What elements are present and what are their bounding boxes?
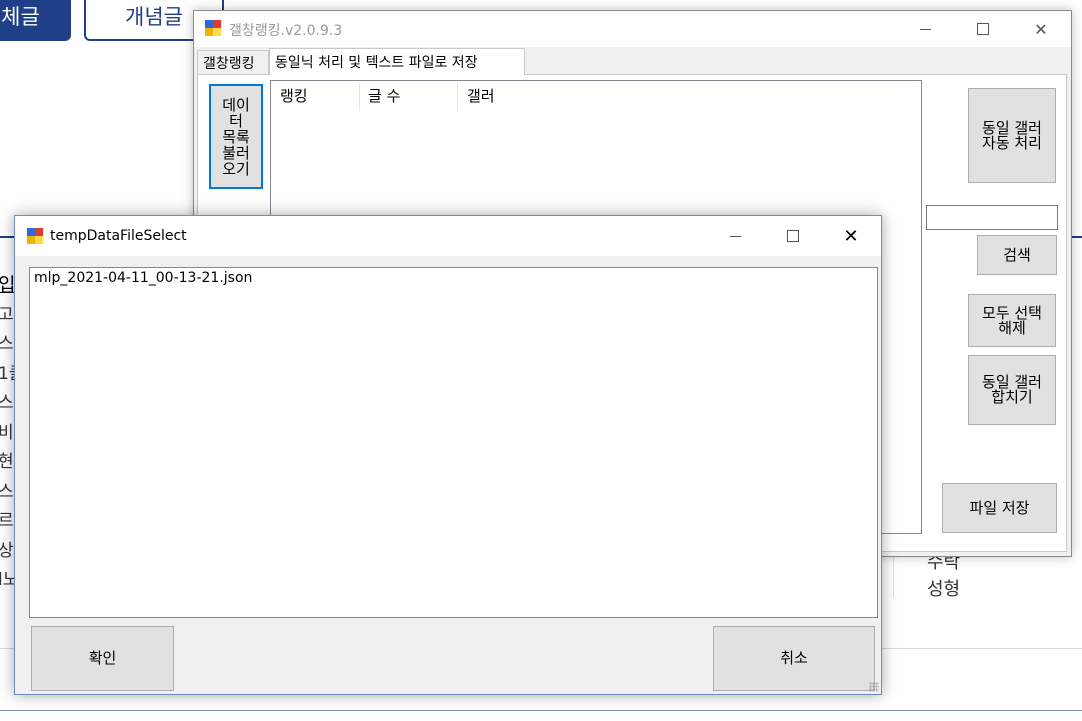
main-window-title: 갤창랭킹.v2.0.9.3: [229, 23, 343, 39]
bg-tab-active[interactable]: 체글: [0, 0, 71, 41]
bg-tab-active-label: 체글: [1, 5, 40, 29]
maximize-icon[interactable]: [954, 11, 1012, 47]
file-select-dialog: tempDataFileSelect ✕ mlp_2021-04-11_00-1…: [14, 215, 882, 695]
maximize-icon[interactable]: [764, 218, 822, 254]
search-button[interactable]: 검색: [977, 235, 1057, 275]
merge-users-button[interactable]: 동일 갤러 합치기: [968, 355, 1056, 425]
load-data-list-button[interactable]: 데이 터 목록 불러 오기: [209, 84, 263, 189]
column-header-post-count[interactable]: 글 수: [368, 85, 400, 106]
app-icon: [205, 20, 221, 36]
column-header-user[interactable]: 갤러: [467, 85, 495, 106]
deselect-all-button[interactable]: 모두 선택 해제: [968, 294, 1056, 347]
tab-same-nick-save[interactable]: 동일닉 처리 및 텍스트 파일로 저장: [269, 48, 525, 75]
dialog-title: tempDataFileSelect: [50, 228, 187, 244]
close-icon[interactable]: ✕: [1012, 11, 1070, 47]
bg-right-text[interactable]: 성형: [927, 575, 960, 601]
main-titlebar[interactable]: 갤창랭킹.v2.0.9.3 ✕: [194, 11, 1071, 47]
auto-merge-button[interactable]: 동일 갤러 자동 처리: [968, 88, 1056, 183]
cancel-button[interactable]: 취소: [713, 626, 875, 691]
minimize-icon[interactable]: [896, 11, 954, 47]
column-header-rank[interactable]: 랭킹: [280, 85, 308, 106]
tab-same-nick-save-label: 동일닉 처리 및 텍스트 파일로 저장: [275, 55, 478, 71]
save-file-button[interactable]: 파일 저장: [942, 483, 1057, 533]
ok-button[interactable]: 확인: [31, 626, 174, 691]
column-separator: [359, 83, 360, 111]
close-icon[interactable]: ✕: [822, 218, 880, 254]
tab-ranking[interactable]: 갤창랭킹: [197, 50, 269, 74]
file-list-item[interactable]: mlp_2021-04-11_00-13-21.json: [34, 270, 252, 286]
tab-ranking-label: 갤창랭킹: [203, 55, 255, 72]
resize-grip-icon[interactable]: [869, 682, 879, 692]
minimize-icon[interactable]: [706, 218, 764, 254]
dialog-titlebar[interactable]: tempDataFileSelect ✕: [15, 216, 881, 256]
column-separator: [457, 83, 458, 111]
search-input[interactable]: [926, 205, 1058, 230]
bg-divider-bottom: [0, 710, 1082, 711]
app-icon: [27, 228, 43, 244]
bg-column-divider: [893, 555, 894, 597]
bg-tab-concept-label: 개념글: [125, 5, 183, 29]
file-listbox[interactable]: mlp_2021-04-11_00-13-21.json: [29, 267, 878, 618]
